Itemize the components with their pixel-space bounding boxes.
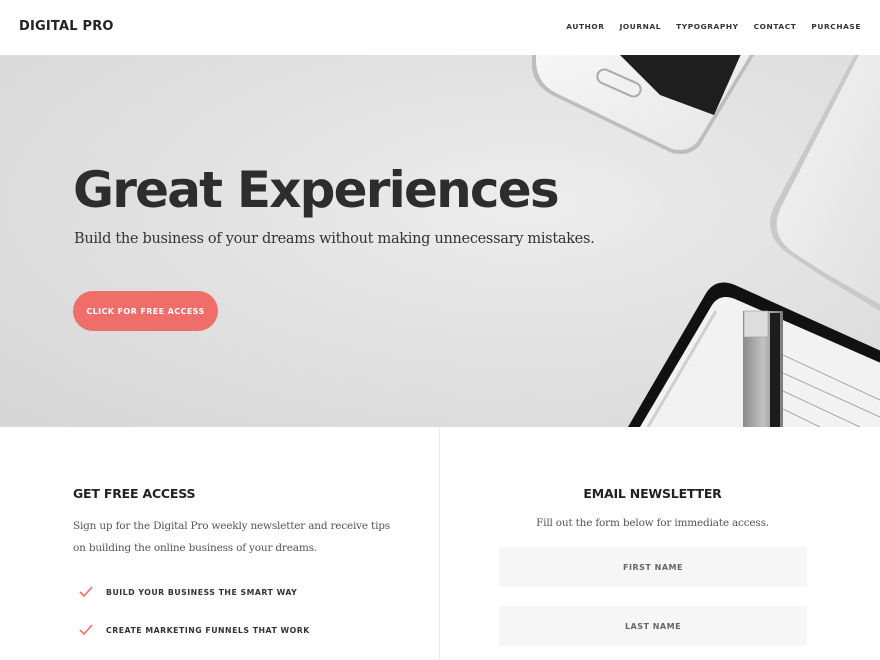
- hero-section: Great Experiences Build the business of …: [0, 55, 880, 427]
- first-name-input[interactable]: [499, 547, 807, 587]
- nav-typography[interactable]: TYPOGRAPHY: [676, 22, 739, 31]
- pen-illustration: [743, 310, 783, 427]
- hero-title: Great Experiences: [73, 161, 560, 219]
- newsletter-title: EMAIL NEWSLETTER: [583, 486, 722, 501]
- nav-author[interactable]: AUTHOR: [566, 22, 604, 31]
- check-icon: [79, 586, 93, 598]
- last-name-input[interactable]: [499, 606, 807, 646]
- check-icon: [79, 624, 93, 636]
- free-access-title: GET FREE ACCESS: [73, 486, 196, 501]
- benefit-label: BUILD YOUR BUSINESS THE SMART WAY: [106, 587, 298, 597]
- benefit-item: BUILD YOUR BUSINESS THE SMART WAY: [79, 586, 297, 598]
- nav-journal[interactable]: JOURNAL: [620, 22, 662, 31]
- laptop-illustration: [770, 55, 880, 311]
- signup-section: GET FREE ACCESS Sign up for the Digital …: [0, 427, 880, 660]
- nav-contact[interactable]: CONTACT: [754, 22, 797, 31]
- newsletter-column: EMAIL NEWSLETTER Fill out the form below…: [440, 427, 880, 660]
- site-logo[interactable]: DIGITAL PRO: [19, 19, 114, 34]
- newsletter-text: Fill out the form below for immediate ac…: [536, 517, 769, 529]
- main-nav: AUTHOR JOURNAL TYPOGRAPHY CONTACT PURCHA…: [566, 22, 861, 31]
- nav-purchase[interactable]: PURCHASE: [811, 22, 861, 31]
- hero-subtitle: Build the business of your dreams withou…: [74, 231, 595, 247]
- benefit-label: CREATE MARKETING FUNNELS THAT WORK: [106, 625, 310, 635]
- benefit-item: CREATE MARKETING FUNNELS THAT WORK: [79, 624, 310, 636]
- free-access-text: Sign up for the Digital Pro weekly newsl…: [73, 520, 390, 554]
- phone-illustration: [531, 55, 754, 154]
- free-access-button[interactable]: CLICK FOR FREE ACCESS: [73, 291, 218, 331]
- site-header: DIGITAL PRO AUTHOR JOURNAL TYPOGRAPHY CO…: [0, 0, 880, 55]
